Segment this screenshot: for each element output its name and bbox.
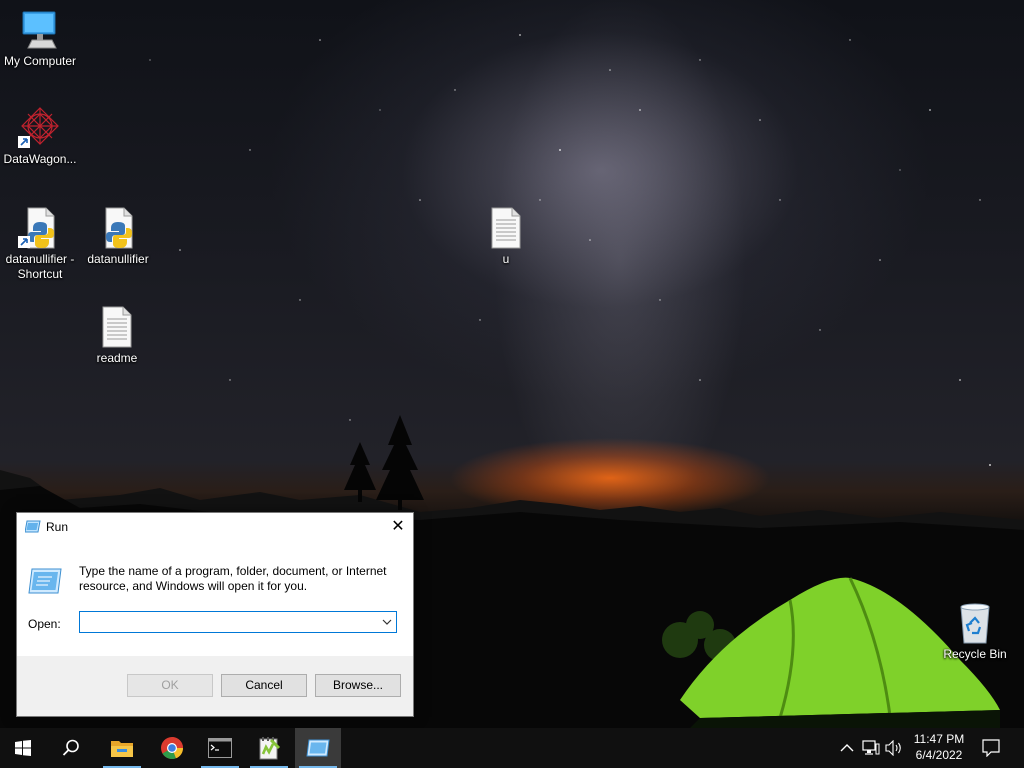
text-file-icon xyxy=(484,206,528,250)
clock-date: 6/4/2022 xyxy=(915,748,963,762)
desktop-icon-label: DataWagon... xyxy=(3,152,77,166)
file-explorer-icon xyxy=(111,741,133,757)
text-file-icon xyxy=(95,305,139,349)
taskbar-notepad-plus[interactable] xyxy=(246,728,292,768)
taskbar-command-prompt[interactable] xyxy=(197,728,243,768)
desktop-icon-label: Recycle Bin xyxy=(943,647,1007,661)
recycle-bin-icon xyxy=(953,601,997,645)
desktop-icon-label: datanullifier - Shortcut xyxy=(5,252,75,281)
desktop-icon-readme[interactable]: readme xyxy=(77,305,157,366)
search-button[interactable] xyxy=(48,728,94,768)
run-dialog-footer: OK Cancel Browse... xyxy=(17,656,413,716)
notepad-plus-icon xyxy=(259,737,281,760)
desktop-icon-label: u xyxy=(502,252,510,266)
python-file-icon xyxy=(96,206,140,250)
open-combobox[interactable] xyxy=(79,611,397,633)
desktop-icon-my-computer[interactable]: My Computer xyxy=(0,8,80,69)
desktop-icon-datanullifier-shortcut[interactable]: datanullifier - Shortcut xyxy=(0,206,80,282)
open-input[interactable] xyxy=(82,613,376,631)
desktop-icon-recycle-bin[interactable]: Recycle Bin xyxy=(935,601,1015,662)
taskbar-chrome[interactable] xyxy=(149,728,195,768)
network-icon[interactable] xyxy=(862,740,880,756)
start-button[interactable] xyxy=(0,728,46,768)
run-program-icon xyxy=(28,568,62,594)
cancel-button[interactable]: Cancel xyxy=(221,674,307,697)
chevron-down-icon[interactable] xyxy=(382,617,392,627)
tray-clock[interactable]: 11:47 PM 6/4/2022 xyxy=(908,731,970,763)
run-dialog-title: Run xyxy=(46,520,69,534)
browse-button[interactable]: Browse... xyxy=(315,674,401,697)
windows-start-icon xyxy=(15,740,31,756)
taskbar: 11:47 PM 6/4/2022 xyxy=(0,728,1024,768)
computer-icon xyxy=(18,8,62,52)
chrome-icon xyxy=(161,737,184,760)
desktop-icon-label: readme xyxy=(96,351,138,365)
datawagon-icon xyxy=(18,106,62,150)
desktop-icon-label: datanullifier xyxy=(87,252,149,266)
taskbar-run[interactable] xyxy=(295,728,341,768)
open-label: Open: xyxy=(28,617,61,631)
python-file-icon xyxy=(18,206,62,250)
run-icon xyxy=(25,520,41,533)
volume-icon[interactable] xyxy=(885,740,903,756)
run-dialog: Run ✕ Type the name of a program, folder… xyxy=(16,512,414,717)
notification-icon[interactable] xyxy=(982,739,1000,757)
command-prompt-icon xyxy=(208,738,232,758)
desktop-icon-u[interactable]: u xyxy=(466,206,546,267)
chevron-up-icon[interactable] xyxy=(840,741,854,755)
taskbar-file-explorer[interactable] xyxy=(99,728,145,768)
close-button[interactable]: ✕ xyxy=(383,513,413,541)
run-dialog-titlebar[interactable]: Run ✕ xyxy=(17,513,413,541)
desktop-icon-datawagon[interactable]: DataWagon... xyxy=(0,106,80,167)
search-icon xyxy=(62,739,79,756)
clock-time: 11:47 PM xyxy=(913,732,965,746)
run-icon xyxy=(306,739,330,757)
ok-button[interactable]: OK xyxy=(127,674,213,697)
run-dialog-description: Type the name of a program, folder, docu… xyxy=(79,564,387,593)
desktop-icon-label: My Computer xyxy=(3,54,77,68)
desktop-icon-datanullifier[interactable]: datanullifier xyxy=(78,206,158,267)
